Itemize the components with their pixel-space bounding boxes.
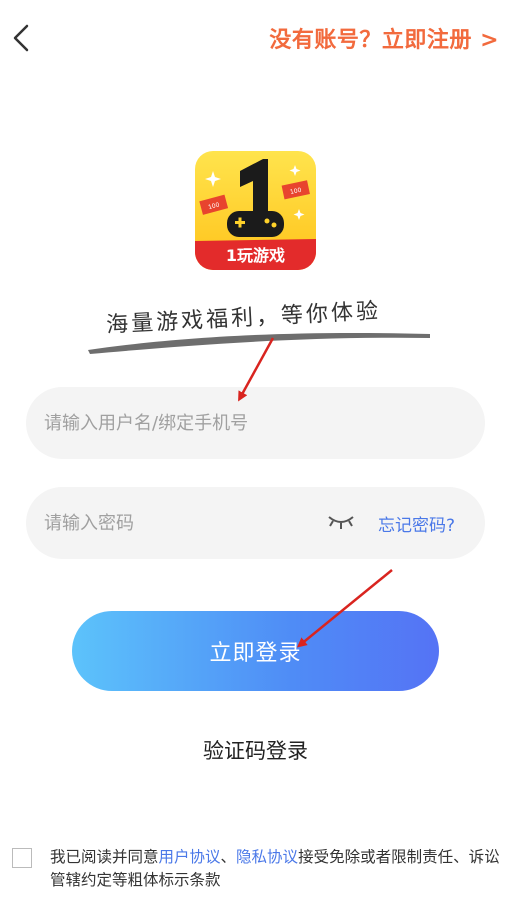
- slogan-banner: 海量游戏福利，等你体验: [80, 292, 440, 362]
- user-agreement-link[interactable]: 用户协议: [159, 848, 221, 866]
- login-button[interactable]: 立即登录: [72, 611, 439, 691]
- password-input[interactable]: [42, 511, 306, 535]
- password-field[interactable]: 忘记密码?: [26, 487, 485, 559]
- eye-closed-icon[interactable]: [327, 513, 355, 535]
- agreement-text: 我已阅读并同意用户协议、隐私协议接受免除或者限制责任、诉讼管辖约定等粗体标示条款: [50, 848, 500, 889]
- privacy-agreement-link[interactable]: 隐私协议: [236, 848, 298, 866]
- back-button[interactable]: [6, 20, 36, 56]
- forgot-password-link[interactable]: 忘记密码?: [378, 511, 455, 536]
- agreement-checkbox[interactable]: [12, 848, 32, 868]
- sms-login-link[interactable]: 验证码登录: [0, 735, 511, 765]
- username-field[interactable]: [26, 387, 485, 459]
- logo-title: 1玩游戏: [226, 246, 285, 265]
- username-input[interactable]: [42, 411, 306, 435]
- register-link[interactable]: 没有账号？立即注册 >: [269, 22, 499, 54]
- chevron-left-icon: [13, 24, 29, 52]
- app-logo: 100 100 1玩游戏: [195, 151, 316, 270]
